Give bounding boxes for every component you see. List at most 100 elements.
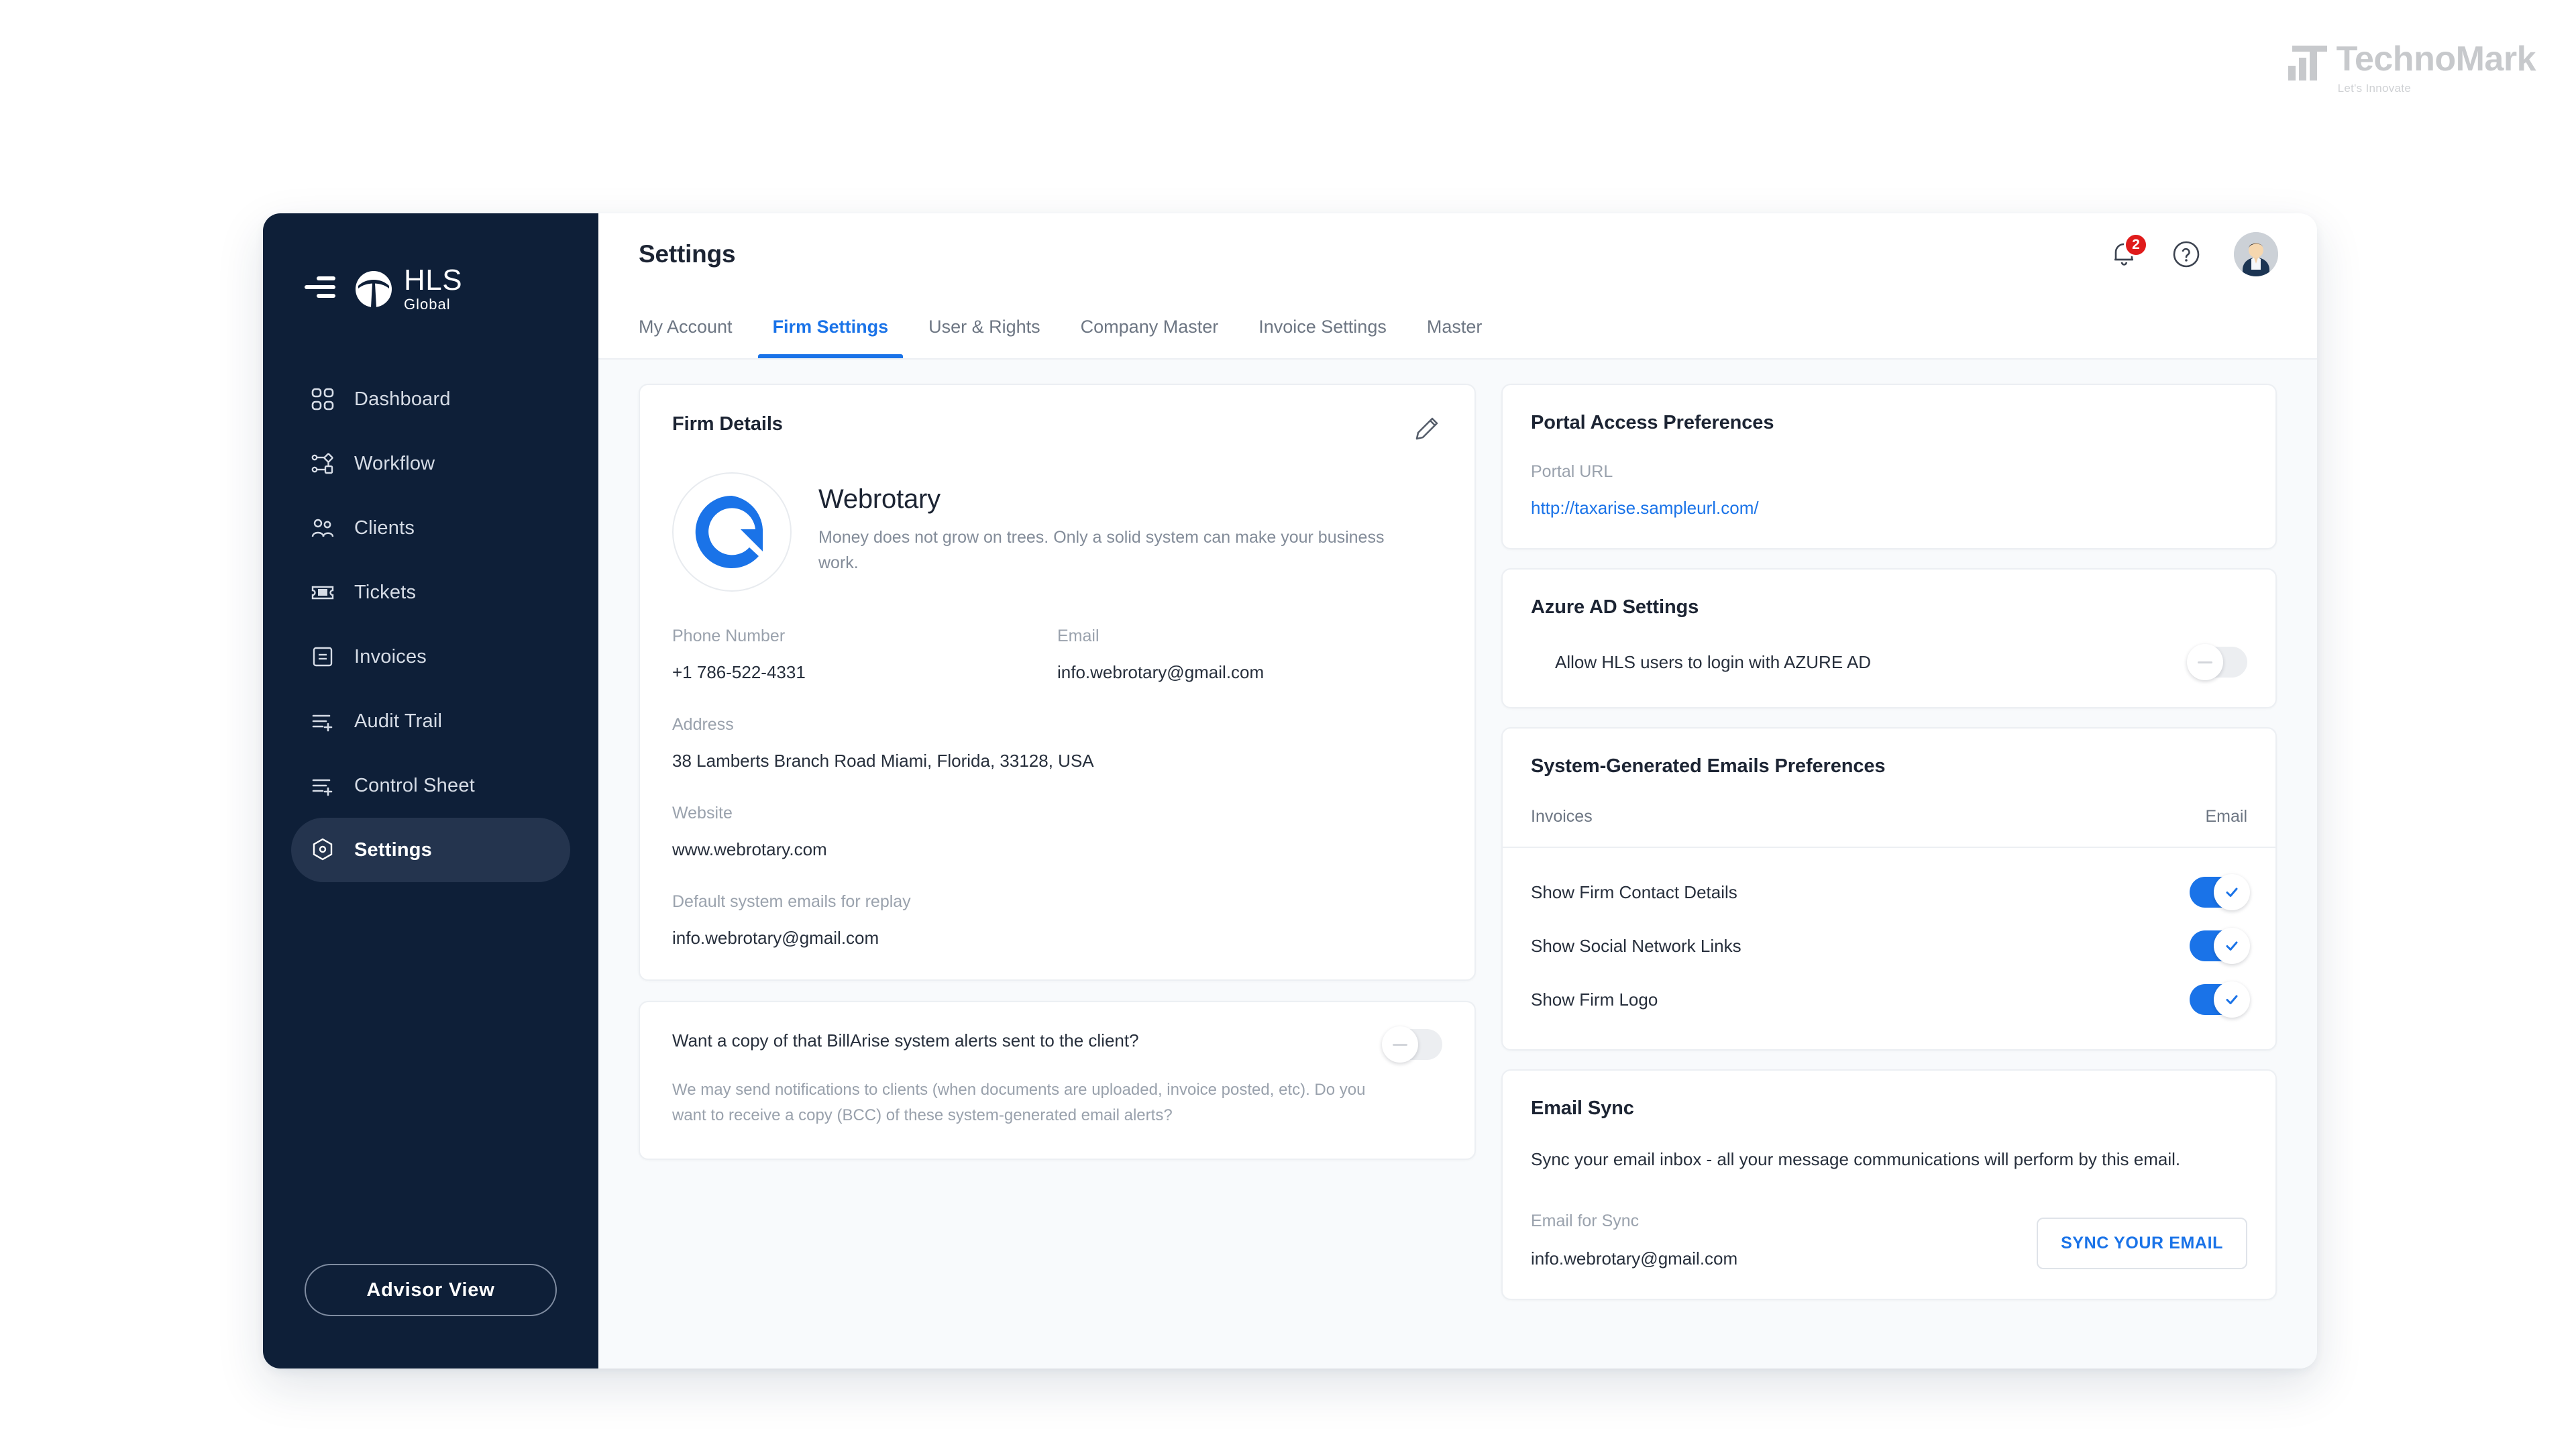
left-column: Firm Details Webrotary Money does not gr… <box>639 384 1476 1342</box>
azure-ad-toggle[interactable] <box>2187 644 2247 680</box>
tab-master[interactable]: Master <box>1407 295 1503 358</box>
column-head-email: Email <box>2205 807 2247 826</box>
hls-mark-icon <box>356 270 392 307</box>
address-field: Address 38 Lamberts Branch Road Miami, F… <box>672 715 1442 771</box>
sidebar-item-control-sheet[interactable]: Control Sheet <box>291 753 570 818</box>
phone-value: +1 786-522-4331 <box>672 662 806 682</box>
email-sync-footer: Email for Sync info.webrotary@gmail.com … <box>1531 1212 2247 1269</box>
default-emails-label: Default system emails for replay <box>672 892 911 911</box>
phone-field: Phone Number +1 786-522-4331 <box>672 627 1057 683</box>
sidebar-item-tickets[interactable]: Tickets <box>291 560 570 625</box>
avatar[interactable] <box>2234 232 2278 276</box>
technomark-name: TechnoMark <box>2336 40 2536 78</box>
page-title: Settings <box>639 240 736 268</box>
toggle-knob <box>2187 644 2223 680</box>
portal-access-card: Portal Access Preferences Portal URL htt… <box>1501 384 2277 549</box>
sidebar-item-dashboard[interactable]: Dashboard <box>291 367 570 431</box>
portal-access-title: Portal Access Preferences <box>1531 412 1774 433</box>
firm-details-title: Firm Details <box>672 413 783 435</box>
sidebar-item-label: Clients <box>354 517 415 539</box>
users-icon <box>310 515 335 541</box>
tab-user-rights[interactable]: User & Rights <box>908 295 1061 358</box>
azure-ad-card: Azure AD Settings Allow HLS users to log… <box>1501 568 2277 708</box>
settings-tabbar: My Account Firm Settings User & Rights C… <box>598 295 2317 360</box>
toggle-show-social-network-links[interactable] <box>2190 928 2250 964</box>
email-sync-description: Sync your email inbox - all your message… <box>1531 1149 2181 1169</box>
sidebar-item-clients[interactable]: Clients <box>291 496 570 560</box>
address-label: Address <box>672 715 734 734</box>
system-alerts-header: Want a copy of that BillArise system ale… <box>672 1026 1442 1063</box>
tab-company-master[interactable]: Company Master <box>1061 295 1239 358</box>
sidebar-header: HLS Global <box>263 213 598 312</box>
list-plus-icon <box>310 773 335 798</box>
email-sync-label: Email for Sync <box>1531 1212 1640 1230</box>
email-value: info.webrotary@gmail.com <box>1057 662 1265 682</box>
table-row: Show Social Network Links <box>1531 919 2250 973</box>
email-sync-title: Email Sync <box>1531 1097 1634 1119</box>
advisor-view-wrap: Advisor View <box>263 1264 598 1368</box>
toggle-show-firm-logo[interactable] <box>2190 981 2250 1018</box>
sync-your-email-button[interactable]: SYNC YOUR EMAIL <box>2037 1218 2247 1269</box>
azure-ad-title: Azure AD Settings <box>1531 596 1699 618</box>
minus-icon <box>1393 1043 1407 1046</box>
list-plus-icon <box>310 708 335 734</box>
question-circle-icon[interactable] <box>2171 239 2202 270</box>
check-icon <box>2226 888 2238 897</box>
portal-url-link[interactable]: http://taxarise.sampleurl.com/ <box>1531 498 1759 519</box>
top-bar-actions: 2 <box>2109 232 2278 276</box>
system-emails-rows: Show Firm Contact Details Show Social Ne… <box>1503 848 2275 1049</box>
top-bar: Settings 2 <box>598 213 2317 295</box>
system-alerts-question: Want a copy of that BillArise system ale… <box>672 1030 1139 1051</box>
hls-global-logo: HLS Global <box>354 266 462 312</box>
system-alerts-toggle[interactable] <box>1382 1026 1442 1063</box>
website-field: Website www.webrotary.com <box>672 804 1442 860</box>
system-emails-card: System-Generated Emails Preferences Invo… <box>1501 727 2277 1051</box>
app-window: HLS Global Dashboard Workflow Clients Ti… <box>263 213 2317 1368</box>
sidebar-item-workflow[interactable]: Workflow <box>291 431 570 496</box>
pencil-icon[interactable] <box>1411 413 1442 444</box>
tab-firm-settings[interactable]: Firm Settings <box>753 295 909 358</box>
firm-description: Money does not grow on trees. Only a sol… <box>818 528 1385 572</box>
sidebar-item-label: Invoices <box>354 645 427 667</box>
address-value: 38 Lamberts Branch Road Miami, Florida, … <box>672 751 1094 771</box>
default-emails-value: info.webrotary@gmail.com <box>672 928 879 948</box>
sidebar-item-audit-trail[interactable]: Audit Trail <box>291 689 570 753</box>
system-emails-title: System-Generated Emails Preferences <box>1531 755 1886 777</box>
firm-details-header: Firm Details <box>672 413 1442 444</box>
invoice-icon <box>310 644 335 669</box>
firm-name: Webrotary <box>818 484 941 514</box>
toggle-show-firm-contact-details[interactable] <box>2190 874 2250 910</box>
email-sync-card: Email Sync Sync your email inbox - all y… <box>1501 1069 2277 1300</box>
toggle-knob <box>2214 981 2250 1018</box>
row-label-show-social-network-links: Show Social Network Links <box>1531 935 1741 956</box>
grid-icon <box>310 386 335 412</box>
collapse-menu-icon[interactable] <box>305 275 335 303</box>
website-value: www.webrotary.com <box>672 839 827 859</box>
table-row: Show Firm Contact Details <box>1531 865 2250 919</box>
advisor-view-button[interactable]: Advisor View <box>305 1264 557 1316</box>
website-label: Website <box>672 804 733 822</box>
sidebar-item-settings[interactable]: Settings <box>291 818 570 882</box>
check-icon <box>2226 995 2238 1004</box>
system-alerts-description: We may send notifications to clients (wh… <box>672 1081 1366 1125</box>
sidebar-item-invoices[interactable]: Invoices <box>291 625 570 689</box>
firm-details-card: Firm Details Webrotary Money does not gr… <box>639 384 1476 981</box>
phone-email-row: Phone Number +1 786-522-4331 Email info.… <box>672 627 1442 683</box>
tab-my-account[interactable]: My Account <box>639 295 753 358</box>
logo-secondary-text: Global <box>404 296 451 313</box>
tab-invoice-settings[interactable]: Invoice Settings <box>1238 295 1407 358</box>
firm-identity: Webrotary Money does not grow on trees. … <box>672 472 1442 592</box>
sidebar-item-label: Workflow <box>354 452 435 474</box>
settings-content: Firm Details Webrotary Money does not gr… <box>598 360 2317 1368</box>
right-column: Portal Access Preferences Portal URL htt… <box>1501 384 2277 1342</box>
sidebar-nav: Dashboard Workflow Clients Tickets Invoi… <box>263 367 598 882</box>
sidebar-item-label: Control Sheet <box>354 774 475 796</box>
system-emails-column-heads: Invoices Email <box>1503 777 2275 848</box>
logo-primary-text: HLS <box>404 264 463 297</box>
bell-icon[interactable]: 2 <box>2109 233 2148 269</box>
main-area: Settings 2 My Account Firm Settings User… <box>598 213 2317 1368</box>
technomark-bars-icon <box>2288 46 2327 84</box>
system-alerts-card: Want a copy of that BillArise system ale… <box>639 1001 1476 1160</box>
toggle-knob <box>1382 1026 1418 1063</box>
